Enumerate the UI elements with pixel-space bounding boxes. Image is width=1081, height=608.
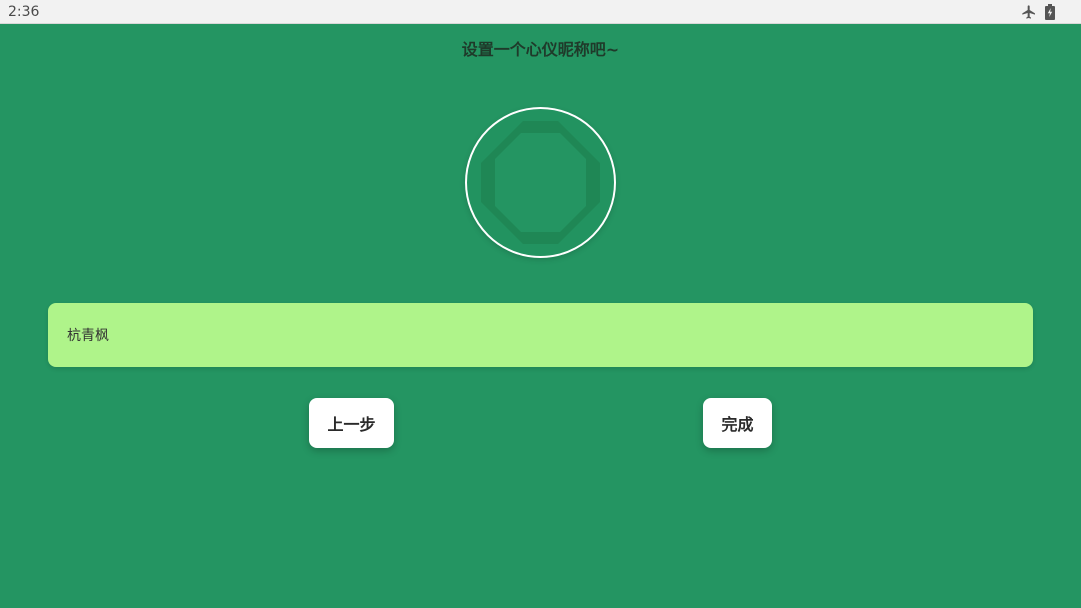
battery-charging-icon [1045,4,1055,20]
nickname-field[interactable] [48,303,1033,367]
airplane-mode-icon [1021,4,1037,20]
page-title: 设置一个心仪昵称吧~ [461,40,620,59]
status-bar: 2:36 [0,0,1081,24]
avatar[interactable] [465,107,616,258]
done-button[interactable]: 完成 [703,398,772,448]
status-time: 2:36 [8,4,40,20]
status-icons [1021,3,1055,21]
back-button[interactable]: 上一步 [309,398,394,448]
